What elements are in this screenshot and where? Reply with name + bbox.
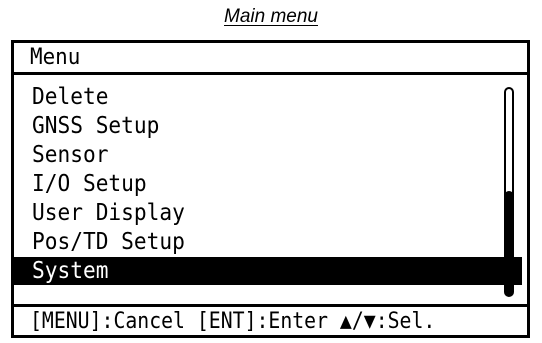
menu-item-pos-td-setup[interactable]: Pos/TD Setup [14, 228, 522, 257]
menu-item-label: GNSS Setup [32, 113, 160, 139]
menu-item-label: User Display [32, 200, 185, 226]
menu-title: Menu [30, 45, 81, 70]
menu-item-sensor[interactable]: Sensor [14, 141, 522, 170]
menu-item-system[interactable]: System [14, 257, 522, 285]
menu-item-label: I/O Setup [32, 171, 147, 197]
menu-item-label: System [32, 258, 109, 284]
scrollbar[interactable] [504, 87, 514, 297]
scrollbar-thumb[interactable] [504, 191, 514, 297]
menu-item-gnss-setup[interactable]: GNSS Setup [14, 112, 522, 141]
menu-item-label: Sensor [32, 142, 109, 168]
device-screen: Menu Delete GNSS Setup Sensor I/O Setup … [11, 40, 530, 338]
menu-item-io-setup[interactable]: I/O Setup [14, 170, 522, 199]
menu-list: Delete GNSS Setup Sensor I/O Setup User … [14, 83, 522, 285]
menu-item-label: Pos/TD Setup [32, 229, 185, 255]
menu-title-bar: Menu [14, 43, 527, 75]
menu-item-delete[interactable]: Delete [14, 83, 522, 112]
menu-item-label: Delete [32, 84, 109, 110]
figure-caption: Main menu [224, 6, 318, 27]
key-hint-footer: [MENU]:Cancel [ENT]:Enter ▲/▼:Sel. [30, 309, 436, 334]
menu-item-user-display[interactable]: User Display [14, 199, 522, 228]
